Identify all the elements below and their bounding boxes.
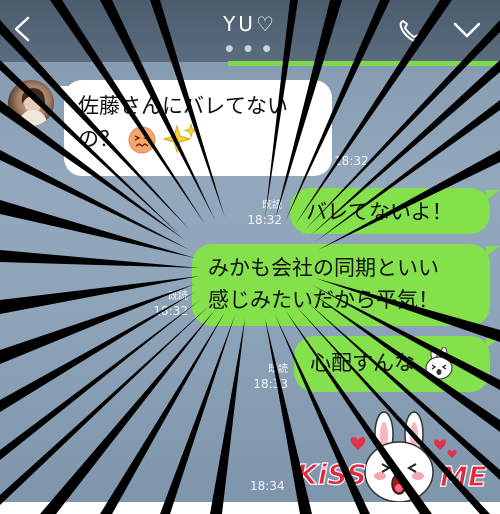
chevron-down-icon[interactable] — [452, 18, 482, 44]
message-bubble-outgoing[interactable]: みかも会社の同期といい 感じみたいだから平気！ — [192, 244, 490, 326]
confounded-face-emoji — [128, 126, 156, 154]
message-time: 18:32 — [334, 154, 369, 168]
sticker-text-kiss: KiSS — [296, 458, 367, 491]
message-bubble-outgoing[interactable]: 心配すんな — [294, 336, 490, 392]
input-bar-edge — [0, 502, 500, 514]
avatar[interactable] — [8, 80, 54, 126]
chat-header: YU♡ ● ● ● — [0, 0, 500, 62]
message-text-line: 佐藤さんにバレてない — [78, 94, 288, 118]
accent-bar — [228, 61, 500, 66]
message-meta: 既読 18:33 — [238, 363, 288, 391]
kiss-me-sticker[interactable]: KiSS ME — [290, 410, 490, 506]
message-text-line: の？ — [78, 122, 318, 158]
bubble-tail — [486, 246, 500, 256]
avatar-photo-icon — [18, 88, 48, 126]
bubble-tail — [486, 338, 500, 348]
message-time: 18:32 — [247, 213, 282, 227]
read-receipt: 既読 — [168, 291, 188, 302]
message-time: 18:34 — [250, 479, 285, 493]
message-bubble-incoming[interactable]: 佐藤さんにバレてない の？ — [64, 80, 332, 176]
cony-bunny-emoji — [425, 347, 453, 380]
read-receipt: 既読 — [268, 364, 288, 375]
message-text-line: みかも会社の同期といい — [208, 256, 439, 280]
message-text-line: 感じみたいだから平気！ — [208, 288, 439, 312]
sticker-text-me: ME — [440, 460, 487, 493]
phone-icon[interactable] — [396, 16, 426, 46]
message-meta: 18:32 — [334, 154, 378, 168]
sparkles-emoji — [163, 122, 199, 154]
message-bubble-outgoing[interactable]: バレてないよ！ — [290, 188, 490, 234]
message-meta: 既読 18:32 — [138, 290, 188, 318]
message-time: 18:33 — [253, 377, 288, 391]
message-time: 18:32 — [153, 304, 188, 318]
bubble-tail — [486, 190, 500, 200]
message-text: バレてないよ！ — [306, 200, 453, 224]
message-text: 心配すんな — [310, 351, 415, 375]
message-meta: 既読 18:32 — [236, 199, 282, 227]
read-receipt: 既読 — [262, 200, 282, 211]
message-text-fragment: の？ — [78, 127, 120, 151]
